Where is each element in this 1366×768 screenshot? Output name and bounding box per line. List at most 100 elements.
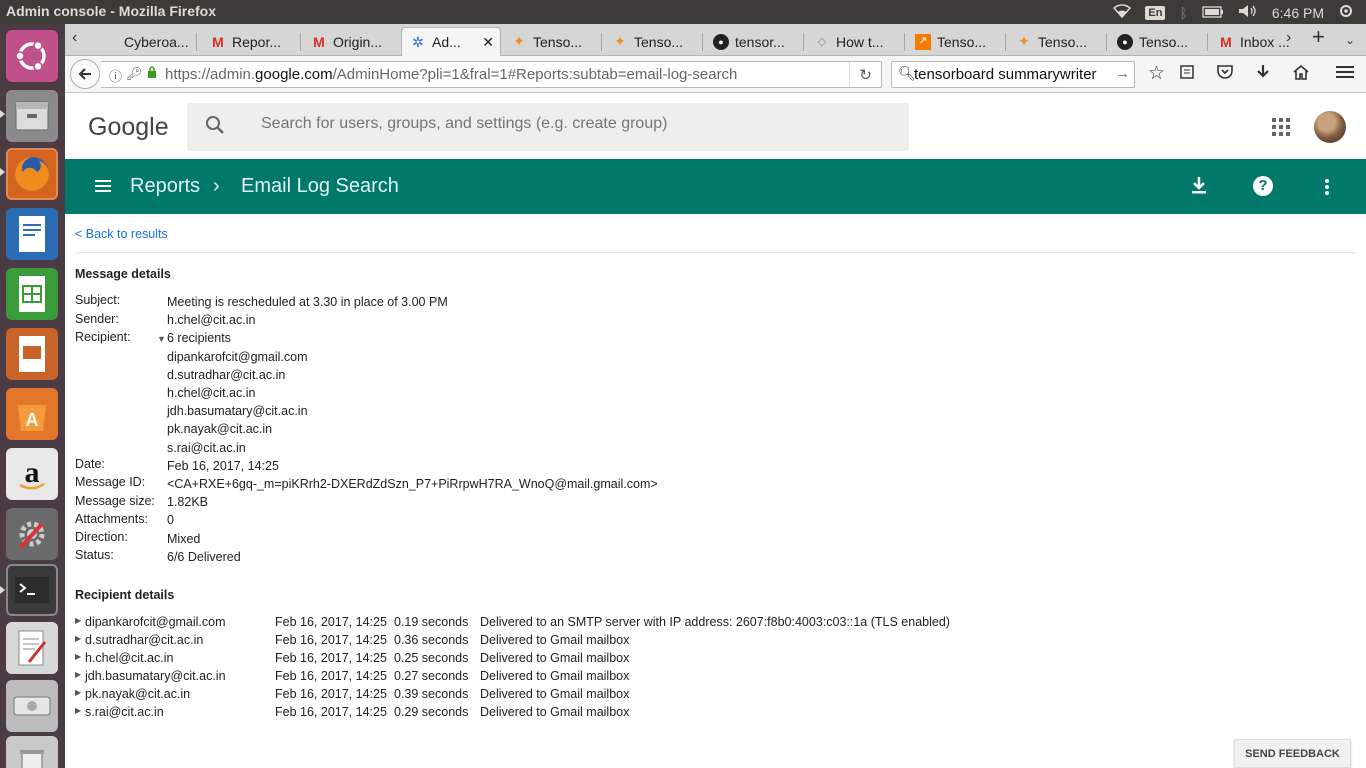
send-feedback-button[interactable]: SEND FEEDBACK <box>1234 739 1351 768</box>
message-details-heading: Message details <box>75 267 171 281</box>
search-go-arrow-icon[interactable]: → <box>1115 65 1130 82</box>
terminal-icon[interactable] <box>6 564 58 616</box>
main-menu-icon[interactable] <box>95 180 111 192</box>
tab-admin-console[interactable]: ✲ Ad... ✕ <box>401 27 501 56</box>
github-icon: ● <box>1117 33 1133 50</box>
tab-tensorflow-1[interactable]: ✦ Tenso... <box>503 27 599 56</box>
row-email: pk.nayak@cit.ac.in <box>85 687 191 701</box>
table-row[interactable]: ▶ s.rai@cit.ac.in Feb 16, 2017, 14:25 0.… <box>75 705 1175 723</box>
info-icon[interactable]: ⓘ <box>109 66 122 85</box>
row-result: Delivered to Gmail mailbox <box>480 705 630 719</box>
expand-triangle-icon[interactable]: ▶ <box>75 670 81 679</box>
tab-tensorboard[interactable]: ↗ Tenso... <box>907 27 1003 56</box>
tensorflow-icon: ✦ <box>513 33 525 49</box>
hamburger-menu-icon[interactable] <box>1336 64 1354 84</box>
pocket-icon[interactable] <box>1216 64 1234 85</box>
wifi-icon[interactable] <box>1113 4 1132 21</box>
tab-list-chevron-icon[interactable]: ⌄ <box>1345 33 1355 47</box>
trash-icon[interactable] <box>6 736 58 768</box>
writer-icon[interactable] <box>6 208 58 260</box>
breadcrumb-reports[interactable]: Reports <box>130 175 200 198</box>
more-options-icon[interactable] <box>1325 179 1329 195</box>
url-text[interactable]: https://admin.google.com/AdminHome?pli=1… <box>165 66 737 83</box>
text-editor-icon[interactable] <box>6 622 58 674</box>
avatar[interactable] <box>1314 111 1346 143</box>
subject-label: Subject: <box>75 293 121 307</box>
row-date: Feb 16, 2017, 14:25 <box>275 669 387 683</box>
bluetooth-icon[interactable]: ᛒ <box>1179 5 1187 21</box>
tab-how-to[interactable]: ◇ How t... <box>806 27 902 56</box>
admin-search-input[interactable] <box>261 115 881 133</box>
battery-icon[interactable] <box>1202 5 1224 21</box>
admin-search-box[interactable] <box>187 103 909 151</box>
permissions-key-icon[interactable]: 🔑︎ <box>126 66 143 85</box>
window-title: Admin console - Mozilla Firefox <box>6 3 217 19</box>
files-icon[interactable] <box>6 90 58 142</box>
firefox-icon[interactable] <box>6 148 58 200</box>
power-gear-icon[interactable] <box>1338 3 1354 22</box>
browser-search-box[interactable]: 🔍︎ tensorboard summarywriter → <box>891 61 1135 88</box>
tab-tensorflow-3[interactable]: ✦ Tenso... <box>1008 27 1104 56</box>
download-icon[interactable] <box>1189 175 1209 201</box>
reading-list-icon[interactable] <box>1179 64 1195 85</box>
row-date: Feb 16, 2017, 14:25 <box>275 651 387 665</box>
expand-triangle-icon[interactable]: ▶ <box>75 706 81 715</box>
tab-label: Inbox ... <box>1240 33 1290 50</box>
new-tab-icon[interactable]: + <box>1312 24 1325 50</box>
table-row[interactable]: ▶ jdh.basumatary@cit.ac.in Feb 16, 2017,… <box>75 669 1175 687</box>
row-date: Feb 16, 2017, 14:25 <box>275 633 387 647</box>
attachments-value: 0 <box>167 513 174 527</box>
date-value: Feb 16, 2017, 14:25 <box>167 459 279 473</box>
tab-gmail-inbox[interactable]: M Inbox ... <box>1210 27 1290 56</box>
google-logo[interactable]: Google <box>88 113 169 142</box>
lock-icon[interactable] <box>147 66 157 85</box>
expand-triangle-icon[interactable]: ▶ <box>75 634 81 643</box>
tab-github-tensor[interactable]: ● tensor... <box>705 27 801 56</box>
reload-icon[interactable]: ↻ <box>849 62 881 87</box>
tab-label: Origin... <box>333 33 383 50</box>
recipient-count[interactable]: 6 recipients <box>167 331 231 345</box>
software-center-icon[interactable]: A <box>6 388 58 440</box>
tabs-scroll-right-icon[interactable]: › <box>1286 29 1291 47</box>
expand-triangle-icon[interactable]: ▶ <box>75 688 81 697</box>
close-tab-icon[interactable]: ✕ <box>482 34 494 51</box>
expand-triangle-icon[interactable]: ▶ <box>75 616 81 625</box>
sender-value: h.chel@cit.ac.in <box>167 313 256 327</box>
tabs-scroll-left-icon[interactable]: ‹ <box>72 29 77 47</box>
tab-cyberoam[interactable]: Cyberoa... <box>94 27 192 56</box>
expand-triangle-icon[interactable]: ▶ <box>75 652 81 661</box>
table-row[interactable]: ▶ pk.nayak@cit.ac.in Feb 16, 2017, 14:25… <box>75 687 1175 705</box>
volume-icon[interactable] <box>1238 4 1258 21</box>
home-icon[interactable] <box>1293 64 1309 85</box>
help-icon[interactable]: ? <box>1253 176 1273 196</box>
calc-icon[interactable] <box>6 268 58 320</box>
disk-icon[interactable] <box>6 680 58 732</box>
table-row[interactable]: ▶ h.chel@cit.ac.in Feb 16, 2017, 14:25 0… <box>75 651 1175 669</box>
site-identity[interactable]: ⓘ 🔑︎ <box>109 66 157 85</box>
row-duration: 0.25 seconds <box>394 651 469 665</box>
back-to-results-link[interactable]: < Back to results <box>75 227 168 241</box>
svg-text:A: A <box>26 410 39 430</box>
tab-gmail-original[interactable]: M Origin... <box>303 27 399 56</box>
clock[interactable]: 6:46 PM <box>1272 5 1324 21</box>
bookmark-star-icon[interactable]: ☆ <box>1148 62 1165 85</box>
impress-icon[interactable] <box>6 328 58 380</box>
apps-grid-icon[interactable] <box>1272 118 1290 136</box>
table-row[interactable]: ▶ d.sutradhar@cit.ac.in Feb 16, 2017, 14… <box>75 633 1175 651</box>
amazon-icon[interactable]: a <box>6 448 58 500</box>
running-indicator <box>0 110 5 118</box>
system-settings-icon[interactable] <box>6 508 58 560</box>
ubuntu-dash-icon[interactable] <box>6 30 58 82</box>
table-row[interactable]: ▶ dipankarofcit@gmail.com Feb 16, 2017, … <box>75 615 1175 633</box>
downloads-icon[interactable] <box>1255 64 1271 85</box>
browser-tab-bar: ‹ Cyberoa... M Repor... M Origin... ✲ Ad… <box>65 24 1366 56</box>
keyboard-layout-indicator[interactable]: En <box>1145 5 1166 20</box>
url-bar[interactable]: ⓘ 🔑︎ https://admin.google.com/AdminHome?… <box>101 61 882 88</box>
back-arrow-icon[interactable] <box>70 59 100 89</box>
tab-tensorflow-2[interactable]: ✦ Tenso... <box>604 27 700 56</box>
reports-toolbar: Reports › Email Log Search ? <box>65 159 1366 214</box>
tab-gmail-reports[interactable]: M Repor... <box>202 27 296 56</box>
collapse-triangle-icon[interactable]: ▼ <box>157 334 166 344</box>
recipient-item: s.rai@cit.ac.in <box>167 441 246 455</box>
tab-github-tenso[interactable]: ● Tenso... <box>1109 27 1205 56</box>
